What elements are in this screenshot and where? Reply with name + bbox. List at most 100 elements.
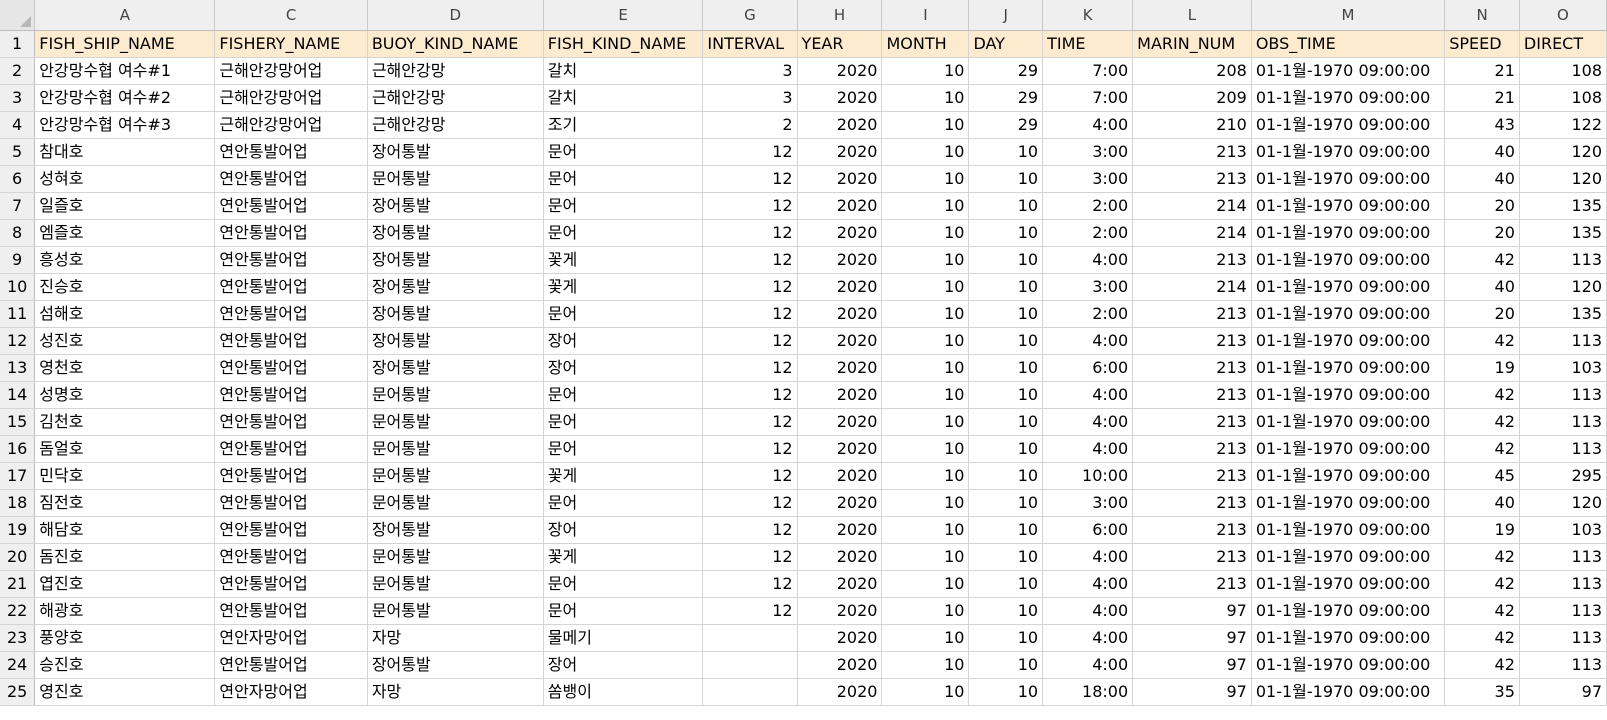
cell[interactable]: 문어 <box>543 435 704 463</box>
cell[interactable]: 연안통발어업 <box>214 354 368 382</box>
cell[interactable]: 연안통발어업 <box>214 516 368 544</box>
cell[interactable]: 10 <box>881 489 970 517</box>
row-header[interactable]: 24 <box>0 651 36 679</box>
cell[interactable]: 10 <box>881 327 970 355</box>
cell[interactable]: 2020 <box>797 84 883 112</box>
cell[interactable]: 3 <box>702 84 798 112</box>
cell[interactable]: 113 <box>1519 408 1607 436</box>
cell[interactable]: 연안통발어업 <box>214 651 368 679</box>
column-header-d[interactable]: D <box>367 0 544 31</box>
cell[interactable]: 01-1월-1970 09:00:00 <box>1251 300 1446 328</box>
cell[interactable]: 295 <box>1519 462 1607 490</box>
cell[interactable]: 10 <box>881 543 970 571</box>
cell[interactable]: 29 <box>968 84 1044 112</box>
column-header-n[interactable]: N <box>1444 0 1520 31</box>
cell[interactable]: 꽃게 <box>543 462 704 490</box>
cell[interactable]: 10 <box>968 570 1044 598</box>
cell[interactable]: 10 <box>968 597 1044 625</box>
cell[interactable]: 29 <box>968 57 1044 85</box>
cell[interactable]: 40 <box>1444 138 1520 166</box>
cell[interactable]: 2020 <box>797 273 883 301</box>
cell[interactable]: 장어통발 <box>367 192 544 220</box>
cell[interactable]: 01-1월-1970 09:00:00 <box>1251 165 1446 193</box>
cell[interactable]: 장어 <box>543 327 704 355</box>
cell[interactable]: 연안통발어업 <box>214 408 368 436</box>
cell[interactable]: 엠즐호 <box>34 219 216 247</box>
cell[interactable]: 3:00 <box>1042 165 1134 193</box>
cell[interactable]: 213 <box>1132 462 1252 490</box>
column-header-e[interactable]: E <box>543 0 704 31</box>
cell[interactable]: 성혀호 <box>34 165 216 193</box>
cell[interactable]: 10 <box>968 489 1044 517</box>
cell[interactable]: 10 <box>881 192 970 220</box>
cell[interactable]: 안강망수협 여수#1 <box>34 57 216 85</box>
cell[interactable]: 6:00 <box>1042 516 1134 544</box>
cell[interactable]: 213 <box>1132 300 1252 328</box>
cell[interactable]: 갈치 <box>543 84 704 112</box>
cell[interactable]: 4:00 <box>1042 327 1134 355</box>
cell[interactable]: 01-1월-1970 09:00:00 <box>1251 624 1446 652</box>
cell[interactable]: 42 <box>1444 543 1520 571</box>
row-header[interactable]: 12 <box>0 327 36 355</box>
cell[interactable]: 장어통발 <box>367 219 544 247</box>
header-cell[interactable]: TIME <box>1042 30 1134 58</box>
cell[interactable]: 10 <box>968 651 1044 679</box>
cell[interactable]: 01-1월-1970 09:00:00 <box>1251 327 1446 355</box>
column-header-o[interactable]: O <box>1519 0 1607 31</box>
cell[interactable]: 01-1월-1970 09:00:00 <box>1251 138 1446 166</box>
cell[interactable]: 12 <box>702 408 798 436</box>
cell[interactable]: 2020 <box>797 678 883 706</box>
cell[interactable]: 4:00 <box>1042 408 1134 436</box>
cell[interactable]: 10 <box>968 327 1044 355</box>
cell[interactable]: 01-1월-1970 09:00:00 <box>1251 570 1446 598</box>
cell[interactable]: 01-1월-1970 09:00:00 <box>1251 651 1446 679</box>
cell[interactable]: 10 <box>881 651 970 679</box>
cell[interactable]: 연안통발어업 <box>214 165 368 193</box>
cell[interactable]: 10 <box>968 435 1044 463</box>
cell[interactable]: 120 <box>1519 165 1607 193</box>
cell[interactable]: 209 <box>1132 84 1252 112</box>
cell[interactable]: 2020 <box>797 219 883 247</box>
cell[interactable]: 10 <box>881 273 970 301</box>
cell[interactable]: 4:00 <box>1042 381 1134 409</box>
cell[interactable]: 2020 <box>797 597 883 625</box>
cell[interactable]: 208 <box>1132 57 1252 85</box>
cell[interactable]: 문어통발 <box>367 435 544 463</box>
cell[interactable]: 213 <box>1132 246 1252 274</box>
cell[interactable]: 113 <box>1519 327 1607 355</box>
cell[interactable]: 42 <box>1444 570 1520 598</box>
cell[interactable]: 2020 <box>797 435 883 463</box>
cell[interactable]: 29 <box>968 111 1044 139</box>
cell[interactable]: 문어통발 <box>367 408 544 436</box>
header-cell[interactable]: MONTH <box>881 30 970 58</box>
cell[interactable]: 연안통발어업 <box>214 435 368 463</box>
cell[interactable]: 문어 <box>543 219 704 247</box>
column-header-g[interactable]: G <box>702 0 798 31</box>
cell[interactable]: 10 <box>881 678 970 706</box>
cell[interactable]: 18:00 <box>1042 678 1134 706</box>
cell[interactable]: 연안통발어업 <box>214 300 368 328</box>
cell[interactable]: 꽃게 <box>543 543 704 571</box>
cell[interactable]: 35 <box>1444 678 1520 706</box>
cell[interactable]: 연안통발어업 <box>214 381 368 409</box>
cell[interactable]: 12 <box>702 354 798 382</box>
cell[interactable]: 103 <box>1519 354 1607 382</box>
cell[interactable]: 108 <box>1519 57 1607 85</box>
cell[interactable]: 01-1월-1970 09:00:00 <box>1251 219 1446 247</box>
cell[interactable]: 2020 <box>797 165 883 193</box>
cell[interactable]: 10 <box>968 273 1044 301</box>
cell[interactable]: 10 <box>968 192 1044 220</box>
cell[interactable]: 213 <box>1132 516 1252 544</box>
column-header-j[interactable]: J <box>968 0 1044 31</box>
cell[interactable]: 영진호 <box>34 678 216 706</box>
header-cell[interactable]: DIRECT <box>1519 30 1607 58</box>
cell[interactable]: 3:00 <box>1042 138 1134 166</box>
cell[interactable]: 210 <box>1132 111 1252 139</box>
cell[interactable]: 12 <box>702 489 798 517</box>
cell[interactable]: 2020 <box>797 651 883 679</box>
cell[interactable]: 2020 <box>797 57 883 85</box>
cell[interactable]: 2020 <box>797 381 883 409</box>
cell[interactable]: 10 <box>968 246 1044 274</box>
row-header[interactable]: 23 <box>0 624 36 652</box>
cell[interactable]: 2:00 <box>1042 300 1134 328</box>
